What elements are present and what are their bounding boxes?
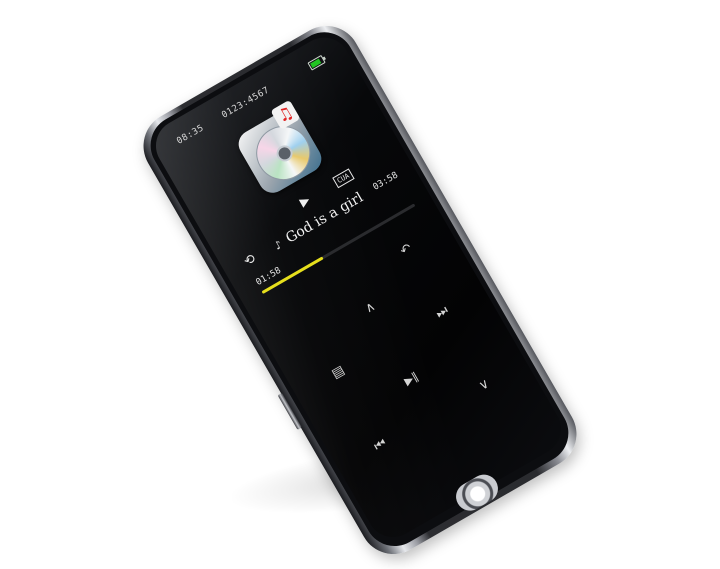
battery-level xyxy=(310,58,322,68)
song-note-icon: ♪ xyxy=(271,238,285,253)
device-screen: 08:35 0123:4567 ♫ ▶ CUA ⟲ ♪ God is a gir… xyxy=(146,28,571,547)
previous-track-button[interactable]: ⏮ xyxy=(360,425,401,466)
repeat-icon: ⟲ xyxy=(241,251,259,270)
down-button[interactable]: ∨ xyxy=(464,365,505,406)
up-button[interactable]: ∧ xyxy=(350,288,391,329)
menu-button[interactable]: ▤ xyxy=(318,352,359,393)
total-duration: 03:58 xyxy=(371,170,400,193)
play-pause-button[interactable]: ▶‖ xyxy=(391,359,432,400)
mp3-player-device: 08:35 0123:4567 ♫ ▶ CUA ⟲ ♪ God is a gir… xyxy=(131,13,589,567)
next-track-button[interactable]: ⏭ xyxy=(422,292,463,333)
